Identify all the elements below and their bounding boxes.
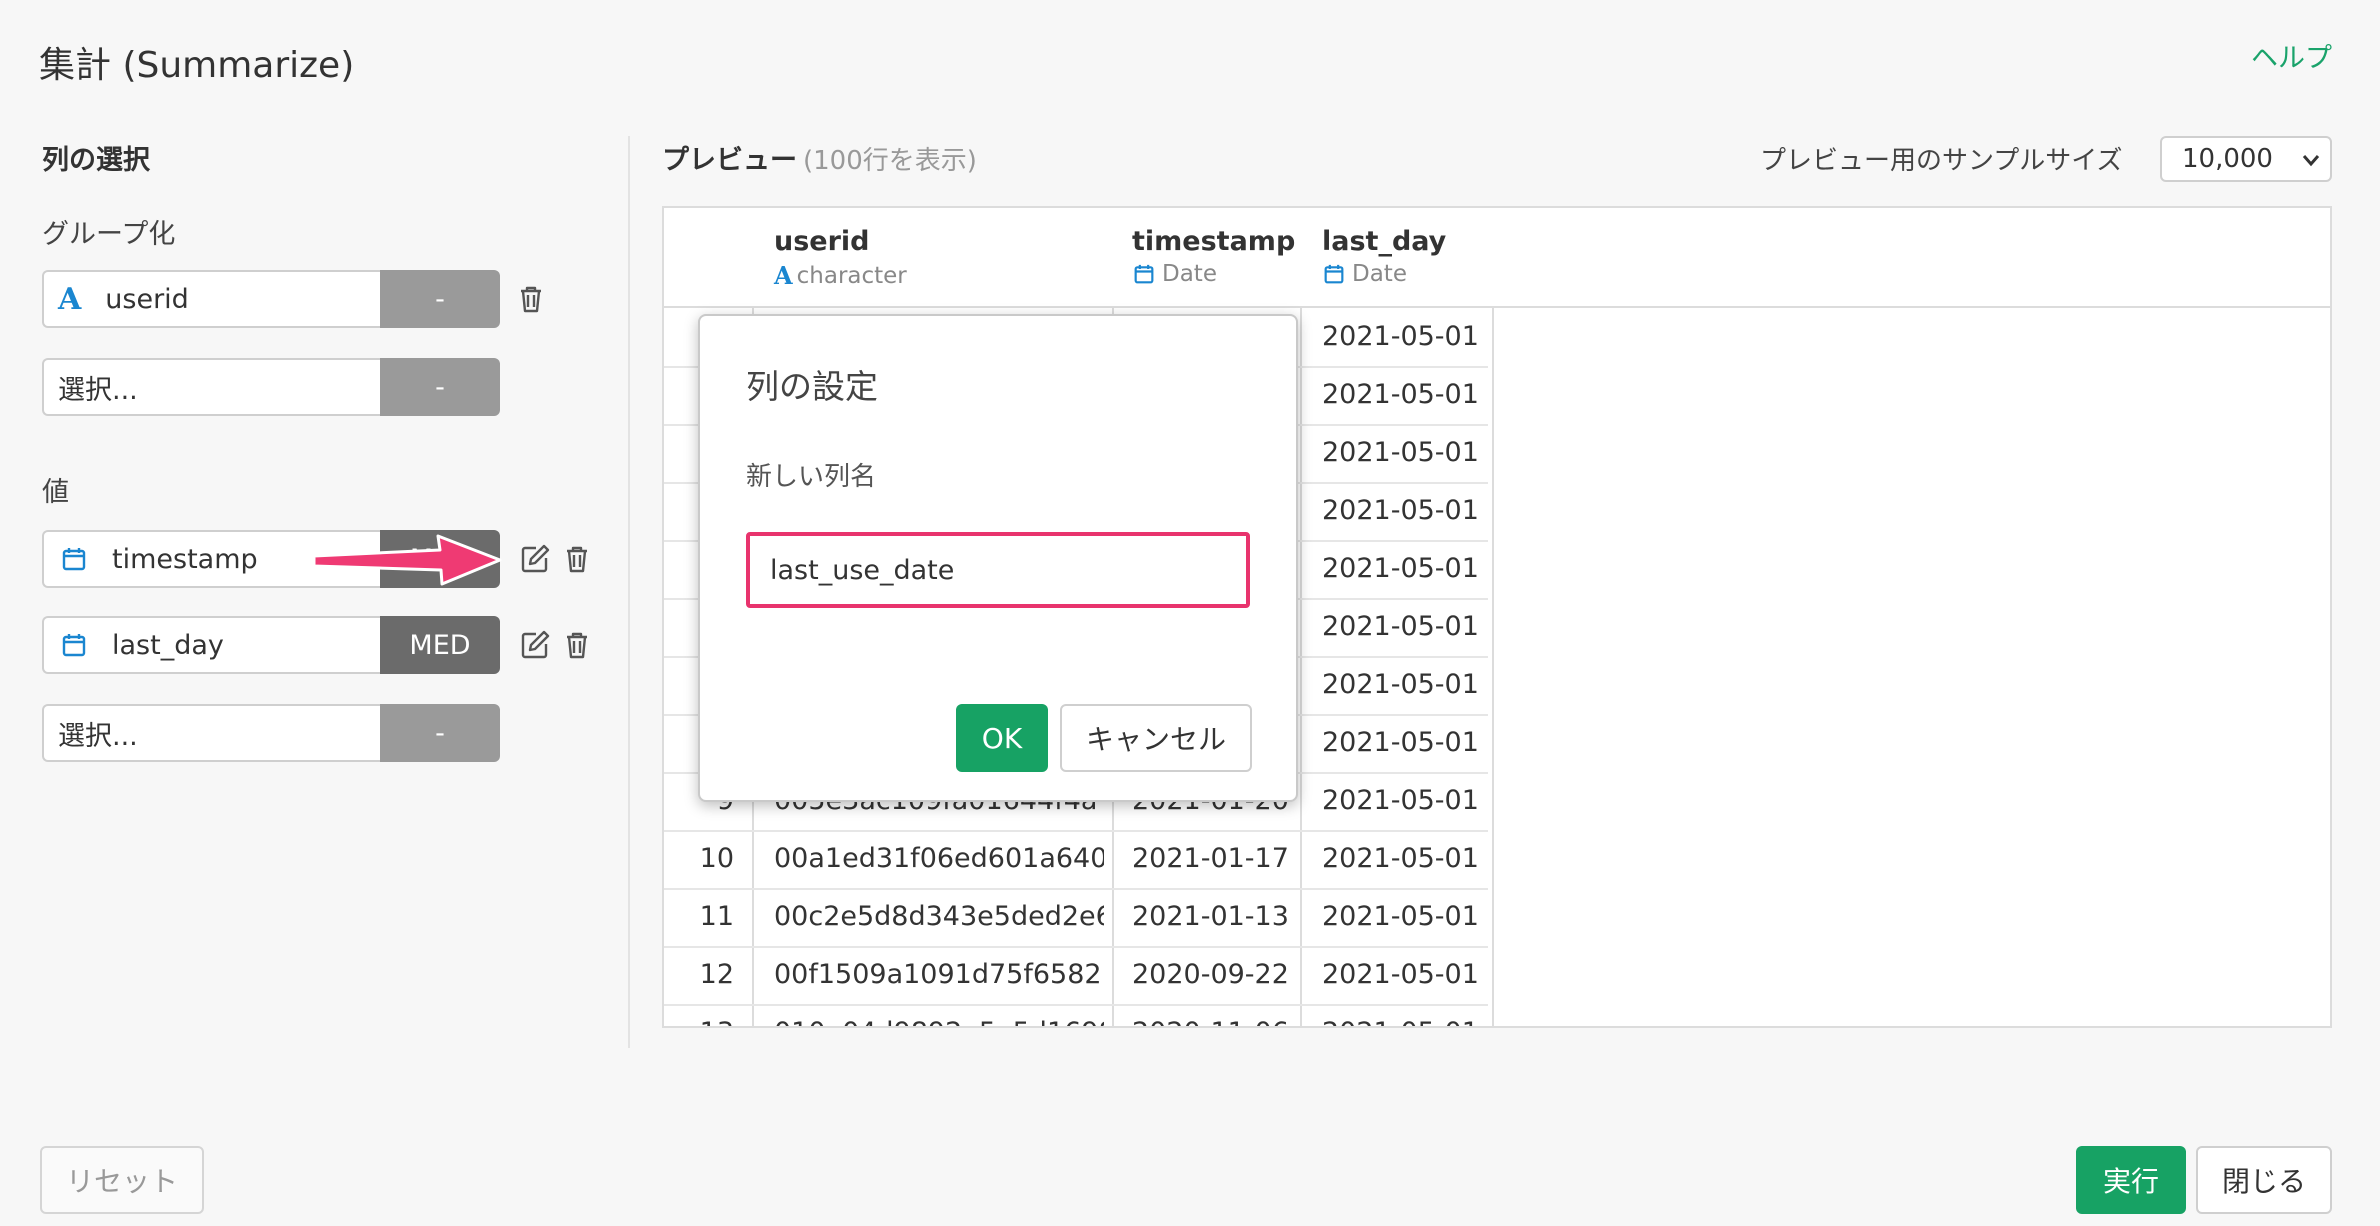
run-button[interactable]: 実行 bbox=[2076, 1146, 2186, 1214]
column-selection-title: 列の選択 bbox=[42, 145, 150, 176]
column-type: Date bbox=[1322, 261, 1446, 287]
last-day-cell: 2021-05-01 bbox=[1322, 553, 1479, 584]
value-field-label: last_day bbox=[112, 629, 224, 661]
userid-cell: 00c2e5d8d343e5ded2e6 bbox=[774, 901, 1104, 932]
last-day-cell: 2021-05-01 bbox=[1322, 379, 1479, 410]
sample-size-label: プレビュー用のサンプルサイズ bbox=[1760, 146, 2123, 176]
column-settings-dialog: 列の設定 新しい列名 last_use_date OK キャンセル bbox=[698, 314, 1298, 802]
trash-icon[interactable] bbox=[560, 542, 594, 576]
value-field-last-day: last_day MED bbox=[42, 616, 587, 674]
row-number-cell: 12 bbox=[699, 959, 734, 990]
last-day-cell: 2021-05-01 bbox=[1322, 321, 1479, 352]
new-column-name-value: last_use_date bbox=[770, 554, 955, 586]
table-row: 10 00a1ed31f06ed601a640 2021-01-17 2021-05-… bbox=[664, 830, 1488, 890]
column-header-userid[interactable]: userid A character bbox=[774, 226, 907, 290]
close-button[interactable]: 閉じる bbox=[2196, 1146, 2332, 1214]
trash-icon[interactable] bbox=[560, 628, 594, 662]
table-row: 11 00c2e5d8d343e5ded2e6 2021-01-13 2021-05-… bbox=[664, 888, 1488, 948]
value-field-empty: 選択... - bbox=[42, 704, 500, 762]
value-field-select-empty[interactable]: 選択... bbox=[42, 704, 382, 762]
last-day-cell: 2021-05-01 bbox=[1322, 495, 1479, 526]
character-type-icon: A bbox=[774, 261, 793, 290]
timestamp-cell: 2020-09-22 bbox=[1132, 959, 1289, 990]
reset-button[interactable]: リセット bbox=[40, 1146, 204, 1214]
last-day-cell: 2021-05-01 bbox=[1322, 669, 1479, 700]
last-day-cell: 2021-05-01 bbox=[1322, 785, 1479, 816]
last-day-cell: 2021-05-01 bbox=[1322, 611, 1479, 642]
group-field-button[interactable]: - bbox=[380, 270, 500, 328]
value-field-select[interactable]: last_day bbox=[42, 616, 382, 674]
help-link[interactable]: ヘルプ bbox=[2251, 36, 2332, 75]
last-day-cell: 2021-05-01 bbox=[1322, 959, 1479, 990]
sample-size-select[interactable]: 10,000 bbox=[2160, 136, 2332, 182]
new-column-name-input[interactable]: last_use_date bbox=[746, 532, 1250, 608]
edit-icon[interactable] bbox=[518, 542, 552, 576]
column-type: A character bbox=[774, 261, 907, 290]
group-by-label: グループ化 bbox=[42, 219, 176, 250]
userid-cell: 010a04d9892e5a5d1698 bbox=[774, 1004, 1104, 1026]
last-day-cell: 2021-05-01 bbox=[1322, 727, 1479, 758]
preview-title: プレビュー (100行を表示) bbox=[662, 138, 977, 177]
last-day-cell: 2021-05-01 bbox=[1322, 901, 1479, 932]
value-field-button-empty[interactable]: - bbox=[380, 704, 500, 762]
preview-title-text: プレビュー bbox=[662, 145, 797, 176]
table-header: userid A character timestamp Date last_d… bbox=[664, 208, 2330, 308]
column-name: userid bbox=[774, 226, 870, 257]
sample-size-value: 10,000 bbox=[2182, 144, 2273, 174]
timestamp-cell: 2020-11-06 bbox=[1132, 1004, 1292, 1026]
value-field-placeholder: 選択... bbox=[58, 720, 138, 752]
column-type-label: Date bbox=[1352, 261, 1407, 287]
table-row: 12 00f1509a1091d75f6582 2020-09-22 2021-05-… bbox=[664, 946, 1488, 1006]
ok-button[interactable]: OK bbox=[956, 704, 1048, 772]
value-field-label: timestamp bbox=[112, 543, 258, 575]
userid-cell: 00a1ed31f06ed601a640 bbox=[774, 843, 1104, 874]
calendar-icon bbox=[62, 547, 86, 571]
column-divider bbox=[1492, 208, 1494, 1026]
group-field-empty: 選択... - bbox=[42, 358, 500, 416]
chevron-down-icon bbox=[2302, 144, 2320, 174]
group-field-userid: A userid - bbox=[42, 270, 541, 328]
preview-row-count: (100行を表示) bbox=[803, 146, 977, 176]
cancel-button[interactable]: キャンセル bbox=[1060, 704, 1252, 772]
aggregate-button[interactable]: MED bbox=[380, 616, 500, 674]
column-type-label: character bbox=[796, 262, 907, 289]
panel-divider bbox=[628, 136, 630, 1048]
last-day-cell: 2021-05-01 bbox=[1322, 437, 1479, 468]
column-type: Date bbox=[1132, 261, 1295, 287]
annotation-arrow bbox=[312, 534, 502, 586]
dialog-title: 列の設定 bbox=[746, 367, 878, 406]
row-number-cell: 10 bbox=[699, 843, 734, 874]
timestamp-cell: 2021-01-17 bbox=[1132, 843, 1289, 874]
trash-icon[interactable] bbox=[514, 282, 548, 316]
page-title: 集計 (Summarize) bbox=[39, 45, 355, 86]
values-label: 値 bbox=[42, 477, 69, 508]
group-field-placeholder: 選択... bbox=[58, 374, 138, 406]
calendar-icon bbox=[62, 633, 86, 657]
group-field-label: userid bbox=[105, 283, 189, 315]
row-number-cell: 13 bbox=[664, 1004, 734, 1026]
edit-icon[interactable] bbox=[518, 628, 552, 662]
character-type-icon: A bbox=[58, 281, 82, 317]
column-name: last_day bbox=[1322, 226, 1447, 257]
last-day-cell: 2021-05-01 bbox=[1322, 1004, 1488, 1026]
column-header-last-day[interactable]: last_day Date bbox=[1322, 226, 1446, 287]
last-day-cell: 2021-05-01 bbox=[1322, 843, 1479, 874]
column-type-label: Date bbox=[1162, 261, 1217, 287]
calendar-icon bbox=[1324, 264, 1344, 284]
timestamp-cell: 2021-01-13 bbox=[1132, 901, 1289, 932]
row-number-cell: 11 bbox=[699, 901, 734, 932]
column-header-timestamp[interactable]: timestamp Date bbox=[1132, 226, 1295, 287]
userid-cell: 00f1509a1091d75f6582 bbox=[774, 959, 1102, 990]
table-row: 13 010a04d9892e5a5d1698 2020-11-06 2021-05-… bbox=[664, 1004, 1488, 1026]
column-name: timestamp bbox=[1132, 226, 1296, 257]
group-field-select-empty[interactable]: 選択... bbox=[42, 358, 382, 416]
group-field-button-empty[interactable]: - bbox=[380, 358, 500, 416]
group-field-select[interactable]: A userid bbox=[42, 270, 382, 328]
new-column-name-label: 新しい列名 bbox=[746, 462, 877, 492]
calendar-icon bbox=[1134, 264, 1154, 284]
